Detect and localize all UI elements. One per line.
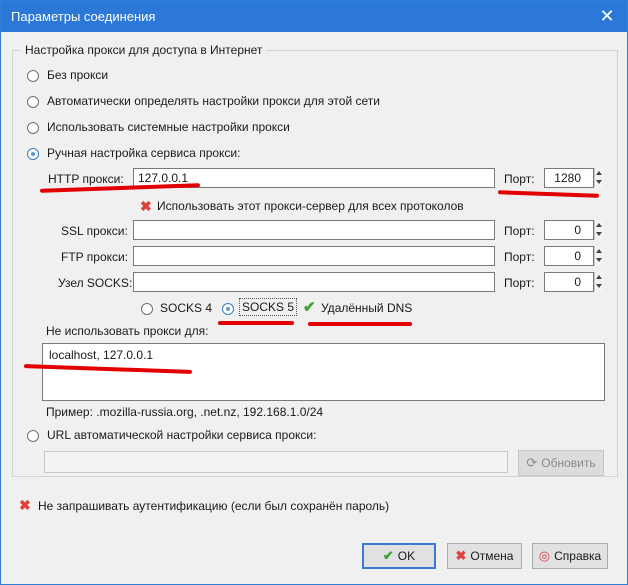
help-label: Справка	[554, 549, 602, 563]
label-ssl-proxy: SSL прокси:	[61, 224, 128, 238]
radio-socks4[interactable]	[141, 303, 153, 315]
radio-no-proxy[interactable]	[27, 70, 39, 82]
close-icon[interactable]: ✕	[596, 5, 618, 27]
check-mark-icon: ✔	[382, 548, 394, 563]
radio-pac-url[interactable]	[27, 430, 39, 442]
label-socks-port: Порт:	[504, 276, 535, 290]
reload-label: Обновить	[541, 456, 596, 470]
title-bar[interactable]: Параметры соединения ✕	[1, 1, 627, 32]
cancel-button[interactable]: ✖ Отмена	[447, 543, 522, 569]
ssl-proxy-input[interactable]	[133, 220, 495, 240]
label-socks-host: Узел SOCKS:	[58, 276, 133, 290]
label-system-proxy: Использовать системные настройки прокси	[47, 120, 290, 134]
label-ftp-port: Порт:	[504, 250, 535, 264]
label-pac-url: URL автоматической настройки сервиса про…	[47, 428, 317, 442]
ftp-port-stepper[interactable]	[594, 246, 603, 266]
ok-button[interactable]: ✔ OK	[362, 543, 436, 569]
label-socks4: SOCKS 4	[160, 301, 213, 315]
x-mark-icon[interactable]: ✖	[19, 497, 31, 514]
ftp-proxy-input[interactable]	[133, 246, 495, 266]
reload-button[interactable]: ⟳ Обновить	[518, 450, 604, 476]
label-no-proxy-for: Не использовать прокси для:	[46, 324, 209, 338]
radio-auto-detect[interactable]	[27, 96, 39, 108]
label-auto-detect: Автоматически определять настройки прокс…	[47, 94, 380, 108]
annotation-underline	[308, 322, 412, 326]
pac-url-input[interactable]	[44, 451, 508, 473]
socks-host-input[interactable]	[133, 272, 495, 292]
ssl-port-stepper[interactable]	[594, 220, 603, 240]
socks-port-stepper[interactable]	[594, 272, 603, 292]
ssl-port-input[interactable]: 0	[544, 220, 594, 240]
socks-port-input[interactable]: 0	[544, 272, 594, 292]
cancel-label: Отмена	[470, 549, 514, 563]
check-mark-icon[interactable]: ✔	[303, 298, 316, 316]
no-proxy-for-textarea[interactable]: localhost, 127.0.0.1	[42, 343, 605, 401]
label-no-auth-prompt: Не запрашивать аутентификацию (если был …	[38, 499, 390, 513]
ok-label: OK	[397, 549, 416, 563]
label-remote-dns: Удалённый DNS	[321, 301, 413, 315]
example-hint: Пример: .mozilla-russia.org, .net.nz, 19…	[46, 405, 324, 419]
x-mark-icon[interactable]: ✖	[140, 198, 152, 215]
label-ssl-port: Порт:	[504, 224, 535, 238]
http-port-stepper[interactable]	[594, 168, 603, 188]
label-ftp-proxy: FTP прокси:	[61, 250, 129, 264]
lifebuoy-icon: ◎	[538, 548, 551, 563]
label-same-proxy-all: Использовать этот прокси-сервер для всех…	[157, 199, 464, 213]
window-title: Параметры соединения	[11, 9, 156, 24]
label-socks5: SOCKS 5	[239, 298, 298, 316]
reload-icon: ⟳	[526, 455, 538, 470]
x-mark-icon: ✖	[455, 548, 467, 563]
ftp-port-input[interactable]: 0	[544, 246, 594, 266]
http-port-input[interactable]: 1280	[544, 168, 594, 188]
annotation-underline	[218, 321, 294, 325]
label-http-port: Порт:	[504, 172, 535, 186]
group-title: Настройка прокси для доступа в Интернет	[21, 43, 267, 57]
radio-socks5[interactable]	[222, 303, 234, 315]
label-no-proxy: Без прокси	[47, 68, 109, 82]
label-http-proxy: HTTP прокси:	[48, 172, 124, 186]
help-button[interactable]: ◎ Справка	[532, 543, 608, 569]
radio-system-proxy[interactable]	[27, 122, 39, 134]
radio-manual-proxy[interactable]	[27, 148, 39, 160]
label-manual-proxy: Ручная настройка сервиса прокси:	[47, 146, 241, 160]
